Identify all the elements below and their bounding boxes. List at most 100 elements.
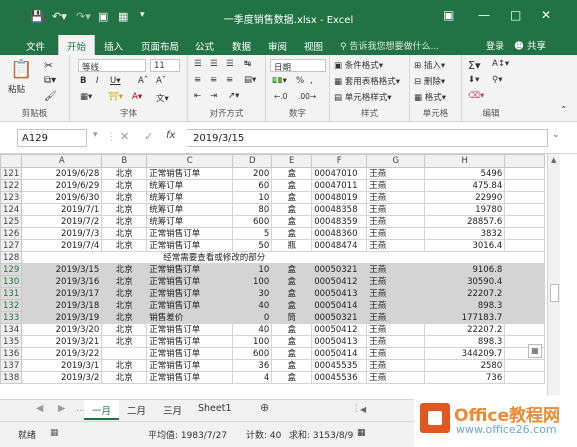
format-as-table-button[interactable]: ▦ 套用表格格式▾: [334, 75, 400, 87]
row-header[interactable]: 130: [0, 275, 23, 288]
cell[interactable]: 北京: [101, 323, 148, 336]
cell[interactable]: 北京: [101, 179, 148, 192]
cell[interactable]: 正常销售订单: [146, 371, 234, 384]
delete-cells-button[interactable]: ⊟ 删除▾: [414, 75, 445, 87]
cell[interactable]: 600: [232, 347, 273, 360]
insert-cells-button[interactable]: ⊞ 插入▾: [414, 59, 445, 71]
cell-empty[interactable]: [504, 299, 546, 312]
conditional-format-button[interactable]: ▣ 条件格式▾: [334, 59, 383, 71]
name-box-dropdown-icon[interactable]: ▾: [93, 130, 98, 140]
cell[interactable]: 北京: [101, 299, 148, 312]
cell-empty[interactable]: [504, 359, 546, 372]
name-box[interactable]: A129: [17, 129, 87, 147]
row-header[interactable]: 125: [0, 215, 23, 228]
column-header[interactable]: B: [101, 154, 148, 168]
cell-empty[interactable]: [504, 239, 546, 252]
insert-function-icon[interactable]: fx: [166, 130, 175, 141]
cancel-entry-icon[interactable]: ✕: [120, 130, 129, 143]
row-header[interactable]: 137: [0, 359, 23, 372]
add-sheet-icon[interactable]: ⊕: [260, 401, 269, 414]
cell[interactable]: 盒: [271, 167, 313, 180]
cell[interactable]: [101, 347, 148, 360]
cell[interactable]: 北京: [101, 335, 148, 348]
cut-icon[interactable]: ✂: [44, 59, 53, 72]
cell[interactable]: 王燕: [366, 203, 426, 216]
formula-input[interactable]: 2019/3/15: [187, 129, 548, 147]
cell[interactable]: 2019/3/1: [21, 359, 103, 372]
tab-home[interactable]: 开始: [58, 35, 96, 55]
cell[interactable]: 正常销售订单: [146, 347, 234, 360]
align-center-icon[interactable]: ≡: [210, 75, 217, 85]
comma-icon[interactable]: ,: [310, 76, 313, 86]
cell[interactable]: 100: [232, 335, 273, 348]
cell[interactable]: 北京: [101, 167, 148, 180]
cell[interactable]: 盒: [271, 227, 313, 240]
number-format-select[interactable]: 日期: [270, 59, 326, 73]
cell[interactable]: 2019/3/17: [21, 287, 103, 300]
cell[interactable]: 2019/3/15: [21, 263, 103, 276]
row-header[interactable]: 126: [0, 227, 23, 240]
cell-empty[interactable]: [504, 287, 546, 300]
cell[interactable]: 2019/6/30: [21, 191, 103, 204]
cell[interactable]: 北京: [101, 287, 148, 300]
scroll-left-icon[interactable]: ◀: [360, 405, 366, 414]
cell[interactable]: 30590.4: [424, 275, 506, 288]
cell[interactable]: 2019/3/19: [21, 311, 103, 324]
cell[interactable]: 10: [232, 263, 273, 276]
cell-empty[interactable]: [504, 275, 546, 288]
cell[interactable]: 正常销售订单: [146, 263, 234, 276]
row-header[interactable]: 136: [0, 347, 23, 360]
cell[interactable]: 王燕: [366, 323, 426, 336]
cell[interactable]: 00050413: [311, 335, 368, 348]
cell[interactable]: 王燕: [366, 227, 426, 240]
align-middle-icon[interactable]: ☰: [210, 59, 218, 69]
grow-font-button[interactable]: Aˆ: [138, 76, 148, 86]
column-header[interactable]: D: [232, 154, 273, 168]
align-top-icon[interactable]: ☰: [194, 59, 202, 69]
cell[interactable]: 盒: [271, 347, 313, 360]
fill-icon[interactable]: ⬇▾: [468, 75, 479, 85]
cell[interactable]: 600: [232, 215, 273, 228]
cell[interactable]: 王燕: [366, 239, 426, 252]
cell[interactable]: 00050414: [311, 347, 368, 360]
cell[interactable]: 2019/7/2: [21, 215, 103, 228]
cell[interactable]: 177183.7: [424, 311, 506, 324]
format-cells-button[interactable]: ▦ 格式▾: [414, 91, 446, 103]
sort-filter-icon[interactable]: A↕▾: [492, 59, 509, 69]
cell[interactable]: 00050412: [311, 275, 368, 288]
cell[interactable]: 北京: [101, 371, 148, 384]
next-sheet-icon[interactable]: ▶: [58, 403, 65, 414]
tab-insert[interactable]: 插入: [104, 39, 123, 53]
cell[interactable]: 北京: [101, 203, 148, 216]
tab-file[interactable]: 文件: [26, 39, 45, 53]
tab-data[interactable]: 数据: [232, 39, 251, 53]
cell[interactable]: 盒: [271, 323, 313, 336]
cell[interactable]: 王燕: [366, 167, 426, 180]
cell[interactable]: 00047011: [311, 179, 368, 192]
column-header[interactable]: A: [21, 154, 103, 168]
border-icon[interactable]: ▦▾: [80, 92, 92, 102]
cell[interactable]: 正常销售订单: [146, 323, 234, 336]
row-header[interactable]: 123: [0, 191, 23, 204]
cell[interactable]: 北京: [101, 215, 148, 228]
cell[interactable]: 王燕: [366, 311, 426, 324]
cell[interactable]: 正常销售订单: [146, 275, 234, 288]
cell[interactable]: 盒: [271, 275, 313, 288]
cell[interactable]: 正常销售订单: [146, 299, 234, 312]
cell[interactable]: 00048474: [311, 239, 368, 252]
scrollbar-thumb[interactable]: [550, 284, 559, 302]
paste-button[interactable]: 粘贴: [8, 83, 25, 95]
cell[interactable]: 30: [232, 287, 273, 300]
cell-empty[interactable]: [504, 203, 546, 216]
percent-icon[interactable]: %: [296, 76, 304, 86]
cell[interactable]: 筒: [271, 311, 313, 324]
expand-formula-icon[interactable]: ⌄: [552, 130, 560, 140]
align-right-icon[interactable]: ≡: [226, 75, 233, 85]
cell[interactable]: 盒: [271, 215, 313, 228]
minimize-button[interactable]: —: [478, 8, 490, 22]
cell[interactable]: 王燕: [366, 275, 426, 288]
copy-icon[interactable]: ⧉▾: [44, 75, 56, 86]
cell[interactable]: 统筹订单: [146, 203, 234, 216]
tab-page-layout[interactable]: 页面布局: [141, 39, 179, 53]
wrap-text-icon[interactable]: ↹: [244, 59, 251, 69]
